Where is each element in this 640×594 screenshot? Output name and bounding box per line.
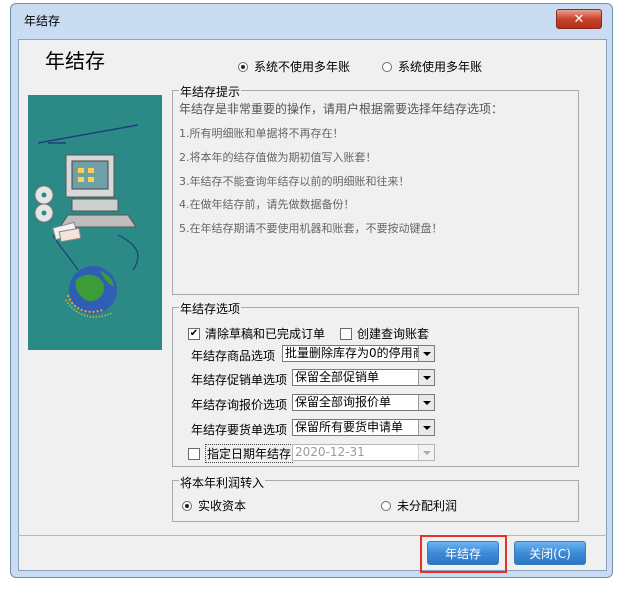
radio-indicator	[238, 61, 248, 72]
chevron-down-icon[interactable]	[418, 395, 434, 410]
specify-date-checkbox[interactable]: 指定日期年结存	[188, 444, 294, 463]
tip-item: 4.在做年结存前，请先做数据备份！	[179, 198, 355, 211]
promotion-option-label: 年结存促销单选项	[191, 373, 288, 387]
tips-group	[172, 90, 579, 295]
radio-label: 系统使用多年账	[398, 60, 483, 74]
select-value: 批量删除库存为0的停用商品	[285, 346, 435, 360]
radio-indicator	[382, 61, 392, 72]
select-value: 保留全部促销单	[295, 370, 380, 384]
clear-drafts-checkbox[interactable]: ✔ 清除草稿和已完成订单	[188, 325, 325, 342]
radio-paid-in-capital[interactable]: 实收资本	[182, 497, 246, 514]
radio-undistributed-profit[interactable]: 未分配利润	[381, 497, 457, 514]
checkbox-label: 指定日期年结存	[205, 444, 294, 463]
computer-globe-illustration	[28, 95, 162, 350]
select-value: 保留所有要货申请单	[295, 420, 404, 434]
chevron-down-icon[interactable]	[418, 420, 434, 435]
tip-item: 5.在年结存期请不要使用机器和账套，不要按动键盘！	[179, 222, 443, 235]
tip-item: 2.将本年的结存值做为期初值写入账套！	[179, 151, 377, 164]
close-icon: ✕	[573, 11, 585, 27]
window-title: 年结存	[24, 14, 61, 28]
product-option-select[interactable]: 批量删除库存为0的停用商品	[282, 345, 435, 362]
requisition-option-select[interactable]: 保留所有要货申请单	[292, 419, 435, 436]
checkbox-box	[340, 327, 352, 340]
quotation-option-select[interactable]: 保留全部询报价单	[292, 394, 435, 411]
tip-item: 3.年结存不能查询年结存以前的明细账和往来！	[179, 175, 410, 188]
date-value: 2020-12-31	[295, 445, 365, 459]
chevron-down-icon[interactable]	[418, 370, 434, 385]
page-title: 年结存	[45, 49, 105, 73]
chevron-down-icon[interactable]	[418, 346, 434, 361]
quotation-option-label: 年结存询报价选项	[191, 398, 288, 412]
close-button[interactable]: 关闭(C)	[514, 541, 586, 565]
divider	[18, 535, 607, 536]
radio-label: 实收资本	[198, 499, 247, 513]
profit-legend: 将本年利润转入	[179, 474, 266, 491]
tip-item: 1.所有明细账和单据将不再存在！	[179, 127, 344, 140]
chevron-down-icon[interactable]	[418, 445, 434, 460]
create-query-checkbox[interactable]: 创建查询账套	[340, 325, 429, 342]
year-end-button[interactable]: 年结存	[427, 541, 499, 565]
radio-indicator	[182, 500, 192, 511]
radio-label: 未分配利润	[397, 499, 458, 513]
requisition-option-label: 年结存要货单选项	[191, 423, 288, 437]
radio-label: 系统不使用多年账	[254, 60, 351, 74]
product-option-label: 年结存商品选项	[191, 349, 276, 363]
radio-indicator	[381, 500, 391, 511]
checkbox-box	[188, 447, 200, 460]
checkbox-box: ✔	[188, 327, 200, 340]
close-window-button[interactable]: ✕	[556, 9, 602, 29]
tips-intro: 年结存是非常重要的操作，请用户根据需要选择年结存选项：	[179, 102, 504, 116]
radio-no-multi-year[interactable]: 系统不使用多年账	[238, 58, 350, 75]
year-end-date-picker[interactable]: 2020-12-31	[292, 444, 435, 461]
tips-legend: 年结存提示	[179, 83, 242, 100]
illustration-graphic	[28, 95, 162, 350]
title-bar[interactable]	[10, 3, 613, 37]
options-legend: 年结存选项	[179, 300, 242, 317]
radio-multi-year[interactable]: 系统使用多年账	[382, 58, 482, 75]
promotion-option-select[interactable]: 保留全部促销单	[292, 369, 435, 386]
checkbox-label: 清除草稿和已完成订单	[205, 327, 326, 341]
select-value: 保留全部询报价单	[295, 395, 392, 409]
checkbox-label: 创建查询账套	[357, 327, 430, 341]
